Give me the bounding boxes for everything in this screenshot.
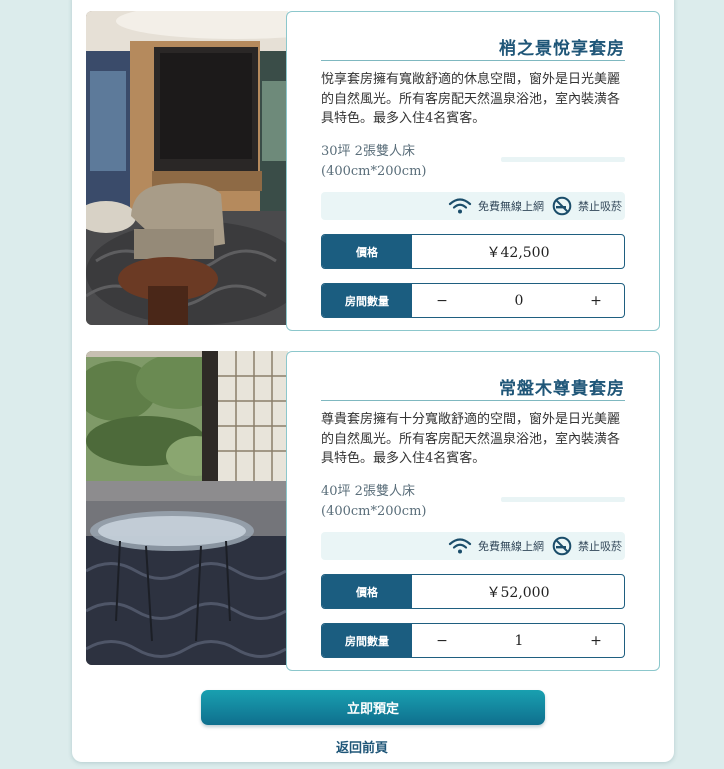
amenity-no-smoking: 禁止吸菸 (552, 196, 622, 216)
room-title: 常盤木尊貴套房 (499, 379, 625, 399)
wifi-icon (448, 538, 472, 554)
amenity-no-smoking-label: 禁止吸菸 (578, 200, 622, 213)
title-divider (321, 60, 625, 61)
quantity-value: 0 (514, 292, 524, 309)
room-description: 尊貴套房擁有十分寬敞舒適的空間，窗外是日光美麗的自然風光。所有客房配天然溫泉浴池… (321, 412, 621, 466)
quantity-label: 房間數量 (322, 284, 412, 317)
room-card-2: 常盤木尊貴套房 尊貴套房擁有十分寬敞舒適的空間，窗外是日光美麗的自然風光。所有客… (86, 351, 660, 671)
room-photo-2 (86, 351, 288, 665)
decrement-button[interactable]: − (434, 633, 450, 649)
amenity-wifi: 免費無線上網 (448, 538, 544, 554)
decrement-button[interactable]: − (434, 293, 450, 309)
room-description: 悅享套房擁有寬敞舒適的休息空間，窗外是日光美麗的自然風光。所有客房配天然溫泉浴池… (321, 72, 621, 126)
title-divider (321, 400, 625, 401)
amenities-bar: 免費無線上網 禁止吸菸 (321, 192, 625, 220)
price-value: ￥52,000 (486, 584, 550, 601)
room-details-1: 梢之景悅享套房 悅享套房擁有寬敞舒適的休息空間，窗外是日光美麗的自然風光。所有客… (286, 11, 660, 331)
bed-dimensions: (400cm*200cm) (321, 163, 427, 179)
room-spec: 30坪 2張雙人床 (400cm*200cm) (321, 142, 427, 181)
amenity-wifi-label: 免費無線上網 (478, 540, 544, 553)
spec-bar (501, 497, 625, 502)
room-details-2: 常盤木尊貴套房 尊貴套房擁有十分寬敞舒適的空間，窗外是日光美麗的自然風光。所有客… (286, 351, 660, 671)
quantity-stepper: − 1 + (412, 624, 624, 657)
no-smoking-icon (552, 196, 572, 216)
room-size-beds: 30坪 2張雙人床 (321, 144, 415, 159)
price-value: ￥42,500 (486, 244, 550, 261)
increment-button[interactable]: + (588, 293, 604, 309)
quantity-row: 房間數量 − 0 + (321, 283, 625, 318)
price-row: 價格 ￥52,000 (321, 574, 625, 609)
amenity-wifi: 免費無線上網 (448, 198, 544, 214)
quantity-stepper: − 0 + (412, 284, 624, 317)
back-link[interactable]: 返回前頁 (0, 737, 724, 756)
wifi-icon (448, 198, 472, 214)
price-row: 價格 ￥42,500 (321, 234, 625, 269)
room-size-beds: 40坪 2張雙人床 (321, 484, 415, 499)
book-now-button[interactable]: 立即預定 (201, 690, 545, 725)
room-spec: 40坪 2張雙人床 (400cm*200cm) (321, 482, 427, 521)
quantity-label: 房間數量 (322, 624, 412, 657)
price-label: 價格 (322, 575, 412, 608)
amenity-wifi-label: 免費無線上網 (478, 200, 544, 213)
no-smoking-icon (552, 536, 572, 556)
amenities-bar: 免費無線上網 禁止吸菸 (321, 532, 625, 560)
room-title: 梢之景悅享套房 (499, 39, 625, 59)
room-photo-1 (86, 11, 288, 325)
increment-button[interactable]: + (588, 633, 604, 649)
amenity-no-smoking: 禁止吸菸 (552, 536, 622, 556)
room-card-1: 梢之景悅享套房 悅享套房擁有寬敞舒適的休息空間，窗外是日光美麗的自然風光。所有客… (86, 11, 660, 331)
quantity-value: 1 (514, 632, 524, 649)
bed-dimensions: (400cm*200cm) (321, 503, 427, 519)
amenity-no-smoking-label: 禁止吸菸 (578, 540, 622, 553)
quantity-row: 房間數量 − 1 + (321, 623, 625, 658)
price-label: 價格 (322, 235, 412, 268)
spec-bar (501, 157, 625, 162)
